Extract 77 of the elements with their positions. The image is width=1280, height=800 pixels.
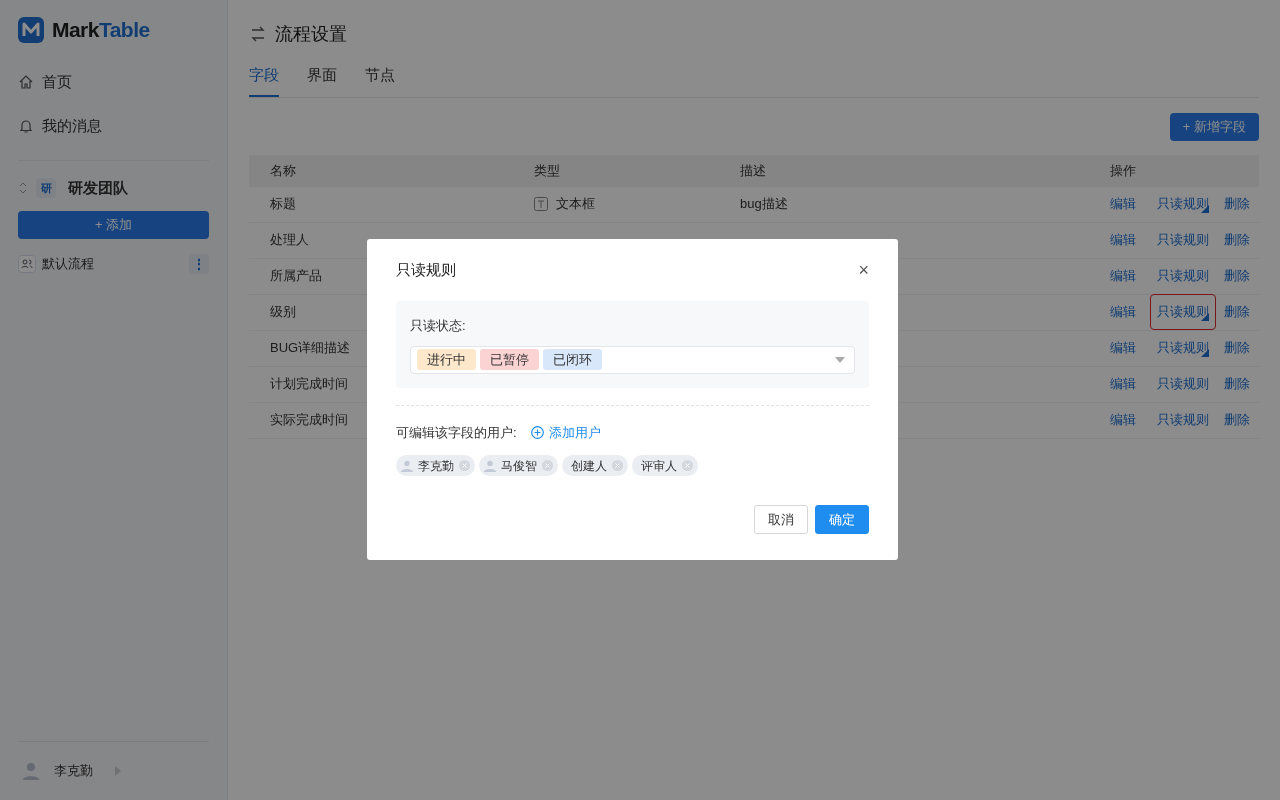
table-cell: 所属产品 [270,268,322,284]
field-label: 只读状态: [410,317,467,335]
table-cell: 级别 [270,304,296,320]
close-button[interactable]: × [858,261,869,279]
chip-label: 马俊智 [501,457,537,475]
remove-button[interactable] [682,460,693,471]
page-title: 流程设置 [275,22,347,46]
action-link[interactable]: 删除 [1224,338,1250,358]
caret-icon [115,766,121,776]
tab[interactable]: 节点 [365,64,395,97]
action-link[interactable]: 编辑 [1110,194,1136,214]
person-icon [484,459,496,472]
remove-button[interactable] [459,460,470,471]
field-label: 可编辑该字段的用户: [396,423,517,442]
dialog-button[interactable]: 确定 [815,505,869,534]
action-link[interactable]: 编辑 [1110,374,1136,394]
status-tag: 已闭环 [543,349,602,370]
team-badge: 研 [36,178,56,198]
remove-button[interactable] [612,460,623,471]
users-icon [18,255,36,273]
sidebar-item[interactable]: 首页 [18,60,209,104]
action-link[interactable]: 删除 [1224,266,1250,286]
action-link[interactable]: 删除 [1224,410,1250,430]
add-button[interactable]: + 添加 [18,211,209,239]
dropdown-icon [835,356,845,363]
chip-label: 创建人 [571,457,607,475]
action-link[interactable]: 编辑 [1110,410,1136,430]
action-link[interactable]: 删除 [1224,374,1250,394]
add-user-button[interactable]: 添加用户 [530,422,601,442]
action-link[interactable]: 编辑 [1110,230,1136,250]
plus-circle-icon [530,425,544,439]
status-tag: 进行中 [417,349,476,370]
add-field-button[interactable]: + 新增字段 [1169,112,1259,141]
chip-label: 李克勤 [418,457,454,475]
action-link[interactable]: 删除 [1224,194,1250,214]
brand-name: MarkTable [52,17,150,44]
dialog-title: 只读规则 [396,259,456,280]
expand-collapse-icon [18,181,28,195]
avatar-icon [22,762,40,780]
table-cell: 实际完成时间 [270,412,348,428]
column-header: 类型 [534,161,561,180]
status-select[interactable]: 进行中 已暂停 已闭环 [410,345,855,374]
status-tag: 已暂停 [480,349,539,370]
sidebar-item[interactable]: 我的消息 [18,104,209,148]
table-cell: bug描述 [740,196,788,212]
flow-item[interactable]: 默认流程 [42,254,189,274]
column-header: 描述 [740,161,767,180]
person-icon [401,459,413,472]
bell-icon [18,118,34,134]
team-name: 研发团队 [68,177,128,198]
table-cell: 标题 [270,196,296,212]
remove-button[interactable] [542,460,553,471]
home-icon [18,74,34,90]
logo-icon [18,17,44,43]
table-cell: 处理人 [270,232,309,248]
action-link[interactable]: 只读规则 [1150,366,1216,402]
table-cell: BUG详细描述 [270,340,351,356]
text-field-icon [534,197,548,211]
tab[interactable]: 字段 [249,64,279,97]
table-cell-text: 文本框 [556,195,595,214]
chip-label: 评审人 [641,457,677,475]
column-header: 操作 [1110,161,1137,180]
action-link[interactable]: 只读规则 [1150,402,1216,438]
swap-icon [249,25,267,43]
action-link[interactable]: 编辑 [1110,338,1136,358]
table-cell: 计划完成时间 [270,376,348,392]
action-link[interactable]: 编辑 [1110,266,1136,286]
action-link[interactable]: 只读规则 [1150,258,1216,294]
column-header: 名称 [270,161,297,180]
tab[interactable]: 界面 [307,64,337,97]
dialog-button[interactable]: 取消 [754,505,808,534]
action-link[interactable]: 删除 [1224,302,1250,322]
action-link[interactable]: 删除 [1224,230,1250,250]
user-name: 李克勤 [54,762,93,781]
action-link[interactable]: 编辑 [1110,302,1136,322]
action-link[interactable]: 只读规则 [1150,222,1216,258]
more-button[interactable]: ⋮ [189,254,209,274]
